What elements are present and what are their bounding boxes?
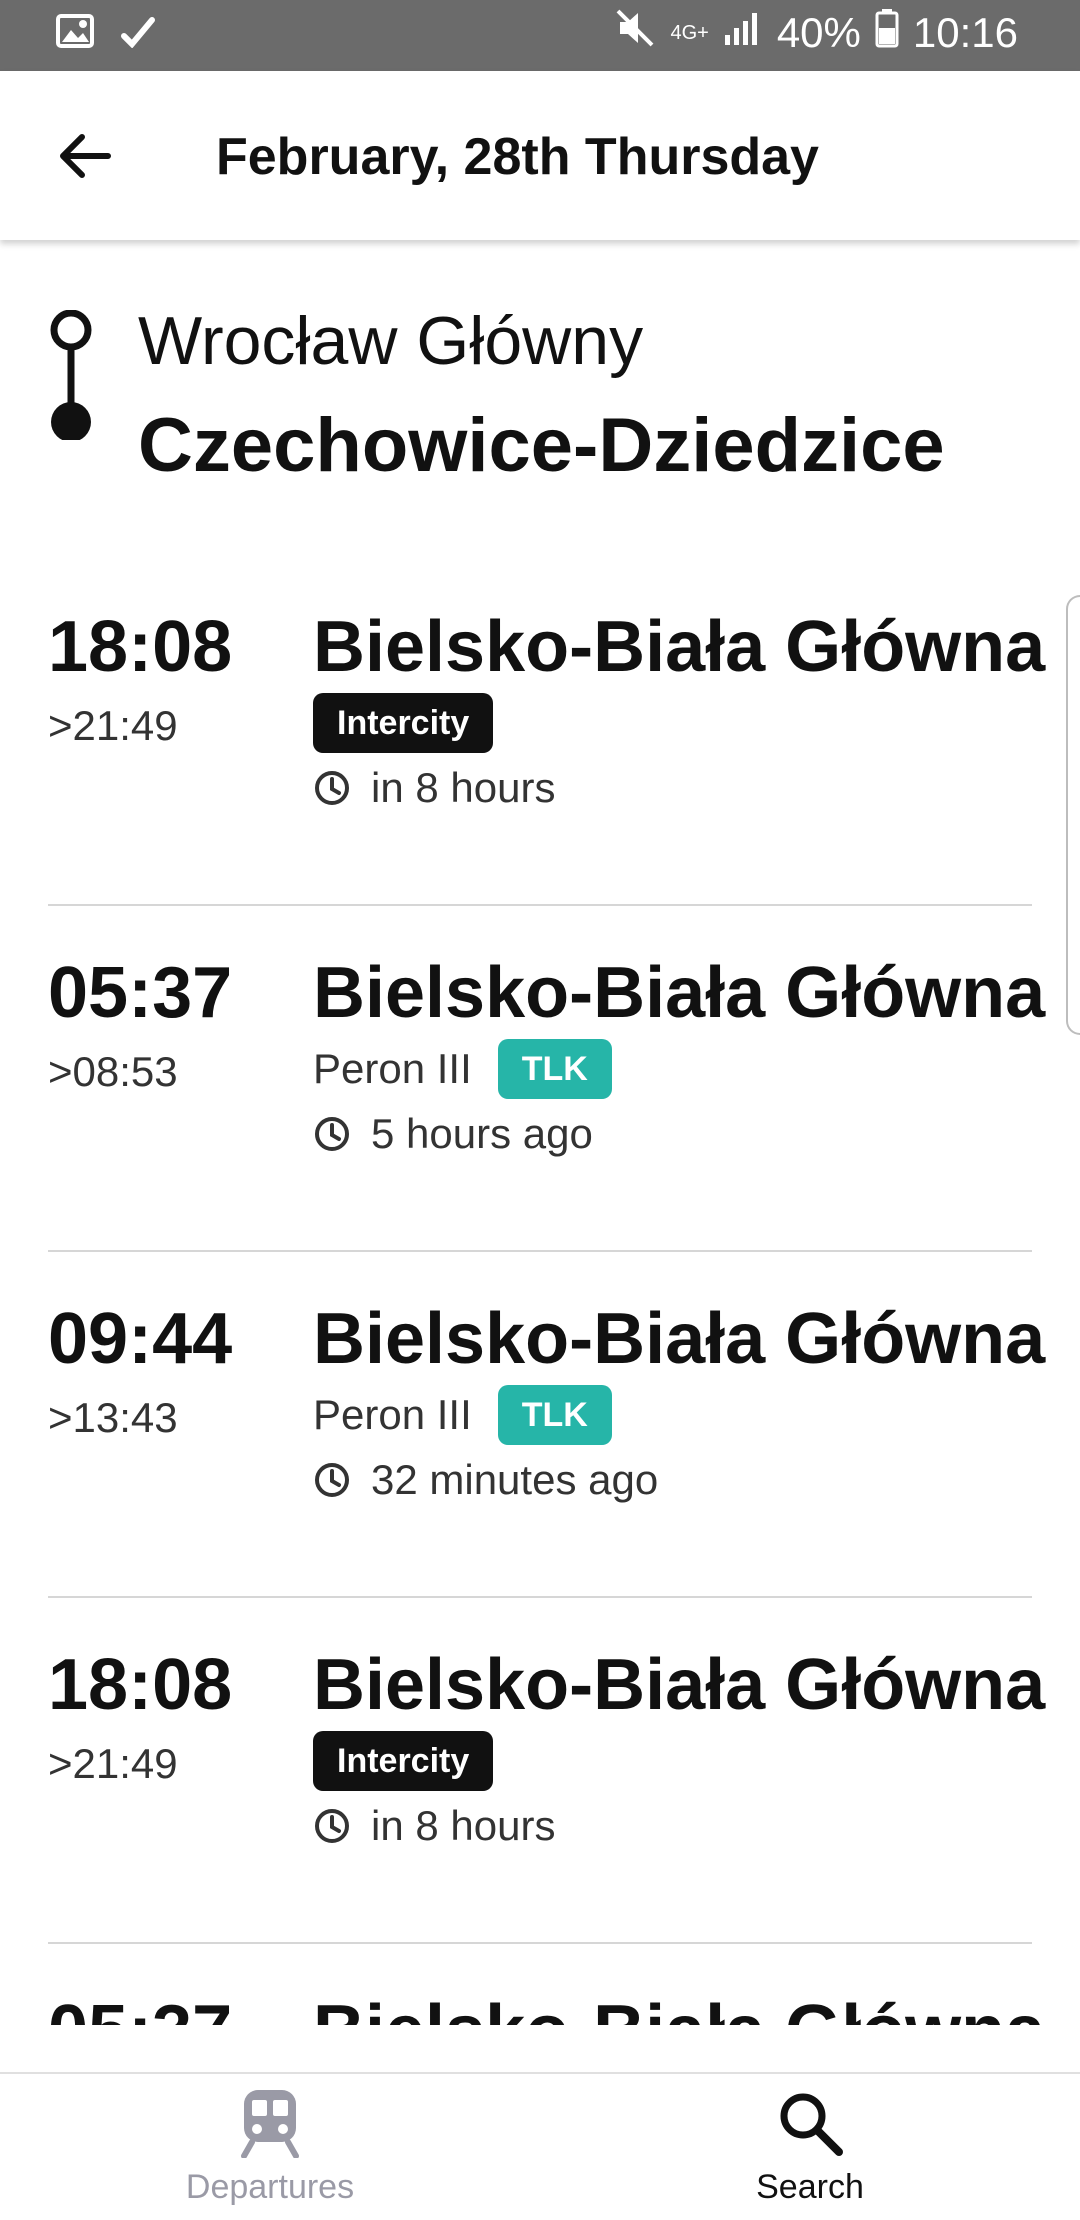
list-item[interactable]: 18:08 >21:49 Bielsko-Biała Główna Interc… [0, 560, 1080, 906]
departure-time: 09:44 [48, 1299, 233, 1379]
route-header: Wrocław Główny Czechowice-Dziedzice [0, 240, 1080, 510]
nav-departures[interactable]: Departures [0, 2074, 540, 2220]
battery-percent: 40% [776, 9, 861, 56]
departures-list[interactable]: 18:08 >21:49 Bielsko-Biała Główna Interc… [0, 560, 1080, 2025]
list-item[interactable]: 05:37 Bielsko-Biała Główna [0, 1944, 1080, 2025]
back-button[interactable] [50, 121, 120, 191]
list-item[interactable]: 05:37 >08:53 Bielsko-Biała Główna Peron … [0, 906, 1080, 1252]
clock: 10:16 [912, 9, 1018, 56]
relative-time: 32 minutes ago [313, 1456, 658, 1504]
departure-time: 18:08 [48, 1645, 233, 1725]
train-destination: Bielsko-Biała Główna [313, 953, 1046, 1033]
bottom-navigation: Departures Search [0, 2072, 1080, 2220]
status-bar-system: 4G+ 40% 10:16 [616, 8, 1018, 58]
destination-station: Czechowice-Dziedzice [138, 403, 945, 488]
carrier-badge: Intercity [313, 693, 494, 753]
carrier-badge: TLK [497, 1385, 612, 1445]
arrival-time: >21:49 [48, 1740, 178, 1787]
train-meta: Peron III TLK [313, 1038, 612, 1100]
scrollbar[interactable] [1066, 595, 1080, 1035]
status-bar-notifications [56, 14, 156, 53]
train-destination: Bielsko-Biała Główna [313, 607, 1046, 687]
list-item[interactable]: 09:44 >13:43 Bielsko-Biała Główna Peron … [0, 1252, 1080, 1598]
nav-departures-label: Departures [185, 2168, 355, 2206]
search-icon [780, 2093, 843, 2156]
battery-icon [875, 8, 899, 58]
arrival-time: >21:49 [48, 702, 178, 749]
origin-station: Wrocław Główny [138, 303, 644, 379]
relative-time: in 8 hours [313, 764, 555, 812]
clock-icon [315, 1809, 349, 1843]
signal-icon [723, 9, 763, 57]
departure-time: 05:37 [48, 1990, 232, 2025]
nav-search-label: Search [756, 2168, 864, 2206]
train-destination: Bielsko-Biała Główna [313, 1990, 1045, 2025]
clock-icon [315, 771, 349, 805]
relative-time: 5 hours ago [313, 1110, 593, 1158]
train-meta: Peron III TLK [313, 1384, 612, 1446]
carrier-badge: TLK [497, 1039, 612, 1099]
departure-time: 05:37 [48, 953, 233, 1033]
clock-icon [315, 1463, 349, 1497]
relative-time: in 8 hours [313, 1802, 555, 1850]
status-bar: 4G+ 40% 10:16 [0, 0, 1080, 71]
train-destination: Bielsko-Biała Główna [313, 1645, 1046, 1725]
page-title: February, 28th Thursday [216, 128, 819, 186]
carrier-badge: Intercity [313, 1731, 494, 1791]
train-destination: Bielsko-Biała Główna [313, 1299, 1046, 1379]
app-bar: February, 28th Thursday [0, 71, 1080, 240]
network-type: 4G+ [670, 21, 709, 44]
clock-icon [315, 1117, 349, 1151]
train-meta: Intercity [313, 692, 494, 754]
platform-label: Peron III [313, 1045, 472, 1092]
arrival-time: >13:43 [48, 1394, 178, 1441]
gallery-icon [56, 14, 94, 53]
relative-time-text: in 8 hours [371, 1802, 556, 1849]
route-line-icon [50, 310, 92, 440]
relative-time-text: in 8 hours [371, 764, 556, 811]
arrival-time: >08:53 [48, 1048, 178, 1095]
train-meta: Intercity [313, 1730, 494, 1792]
nav-search[interactable]: Search [540, 2074, 1080, 2220]
checkmark-icon [120, 14, 156, 53]
list-item[interactable]: 18:08 >21:49 Bielsko-Biała Główna Interc… [0, 1598, 1080, 1944]
mute-icon [616, 9, 656, 57]
relative-time-text: 5 hours ago [371, 1110, 593, 1157]
relative-time-text: 32 minutes ago [371, 1456, 659, 1503]
train-icon [241, 2090, 299, 2158]
arrow-left-icon [60, 134, 111, 178]
departure-time: 18:08 [48, 607, 233, 687]
platform-label: Peron III [313, 1391, 472, 1438]
